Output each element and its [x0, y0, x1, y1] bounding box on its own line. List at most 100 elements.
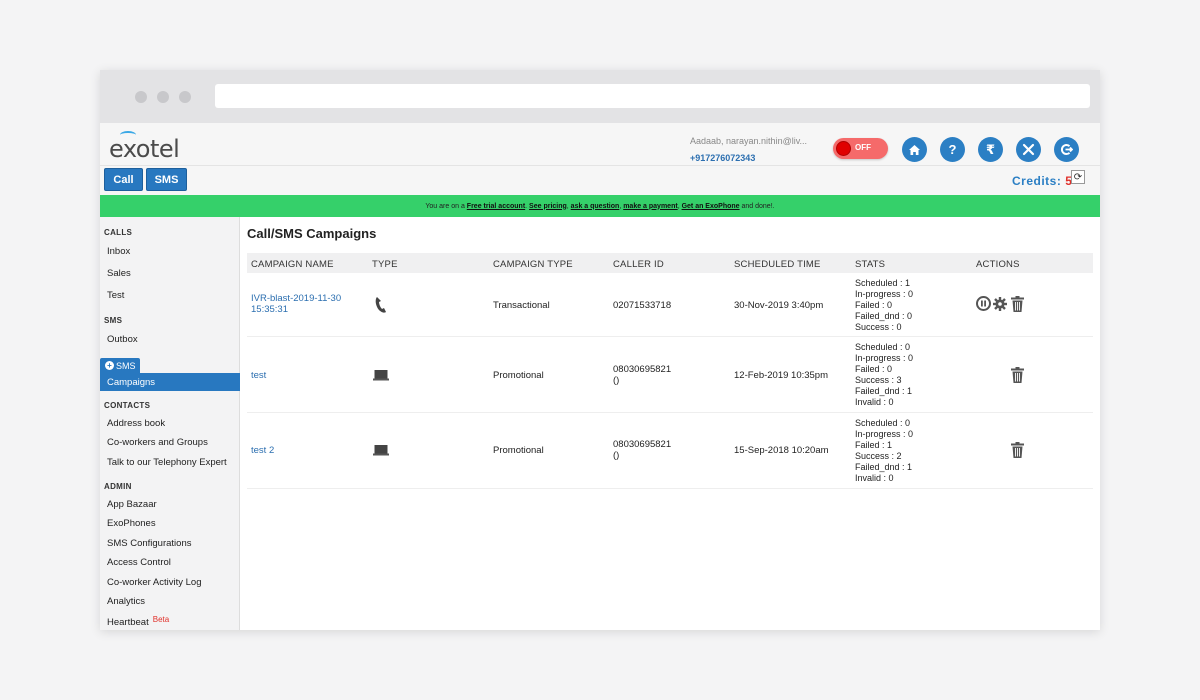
availability-toggle[interactable]: OFF: [833, 138, 888, 159]
laptop-icon: [373, 445, 389, 456]
campaign-type: Transactional: [493, 300, 550, 311]
scheduled-time: 15-Sep-2018 10:20am: [734, 445, 829, 456]
sidebar-header-sms: SMS: [104, 316, 123, 325]
sms-button[interactable]: SMS: [146, 168, 187, 191]
see-pricing-link[interactable]: See pricing: [529, 203, 567, 210]
plus-icon: +: [105, 361, 114, 370]
sidebar-header-admin: ADMIN: [104, 482, 132, 491]
heartbeat-label: Heartbeat: [107, 617, 149, 628]
call-button[interactable]: Call: [104, 168, 143, 191]
window-maximize-dot[interactable]: [179, 91, 191, 103]
table-row: test 2 Promotional 08030695821 () 15-Sep…: [247, 413, 1093, 489]
action-bar: Call SMS Credits: 5 ⟳: [100, 166, 1100, 195]
user-phone[interactable]: +917276072343: [690, 153, 755, 163]
sidebar-item-heartbeat[interactable]: Heartbeat Beta: [107, 615, 169, 628]
stat-line: Scheduled : 0: [855, 418, 911, 428]
col-actions[interactable]: ACTIONS: [976, 259, 1020, 270]
stat-line: Success : 0: [855, 322, 902, 332]
stat-line: Invalid : 0: [855, 397, 894, 407]
sms-tag-label: SMS: [116, 360, 136, 371]
stat-line: Failed : 0: [855, 364, 893, 374]
stat-line: Scheduled : 1: [855, 278, 911, 288]
campaign-name-link[interactable]: test 2: [251, 445, 274, 456]
sms-add-tag[interactable]: + SMS: [100, 358, 140, 373]
table-header: CAMPAIGN NAME TYPE CAMPAIGN TYPE CALLER …: [247, 253, 1093, 273]
main-content: Call/SMS Campaigns CAMPAIGN NAME TYPE CA…: [241, 217, 1100, 630]
col-stats[interactable]: STATS: [855, 259, 885, 270]
scheduled-time: 30-Nov-2019 3:40pm: [734, 300, 824, 311]
caller-id: 02071533718: [613, 300, 672, 311]
window-close-dot[interactable]: [135, 91, 147, 103]
col-campaign-name[interactable]: CAMPAIGN NAME: [251, 259, 334, 270]
help-button[interactable]: ?: [940, 137, 965, 162]
campaign-name-link[interactable]: test: [251, 370, 266, 381]
gear-icon[interactable]: [992, 296, 1008, 312]
stat-line: Failed_dnd : 1: [855, 462, 913, 472]
col-caller-id[interactable]: CALLER ID: [613, 259, 664, 270]
sidebar-item-inbox[interactable]: Inbox: [107, 246, 130, 257]
ask-question-link[interactable]: ask a question: [571, 203, 620, 210]
trash-icon[interactable]: [1011, 367, 1024, 383]
tools-icon: [1022, 143, 1035, 156]
col-campaign-type[interactable]: CAMPAIGN TYPE: [493, 259, 573, 270]
sidebar-item-sales[interactable]: Sales: [107, 268, 131, 279]
campaign-type: Promotional: [493, 445, 544, 456]
home-icon: [909, 144, 920, 155]
stat-line: Success : 3: [855, 375, 902, 385]
laptop-icon: [373, 370, 389, 381]
sidebar-item-campaigns[interactable]: Campaigns: [100, 373, 240, 391]
credits-label: Credits:: [1012, 174, 1062, 188]
caller-id-line2: (): [613, 375, 620, 386]
caller-id-line2: (): [613, 450, 620, 461]
sidebar-item-analytics[interactable]: Analytics: [107, 596, 145, 607]
home-button[interactable]: [902, 137, 927, 162]
caller-id-line1: 08030695821: [613, 439, 672, 450]
col-type[interactable]: TYPE: [372, 259, 398, 270]
get-exophone-link[interactable]: Get an ExoPhone: [682, 203, 740, 210]
credits-display: Credits: 5: [1012, 174, 1072, 188]
toggle-label: OFF: [855, 143, 871, 152]
stat-line: Failed : 0: [855, 300, 893, 310]
question-icon: ?: [948, 142, 957, 157]
sidebar-item-telephony-expert[interactable]: Talk to our Telephony Expert: [107, 457, 227, 468]
campaign-name-link[interactable]: IVR-blast-2019-11-30 15:35:31: [251, 293, 341, 315]
sidebar-item-outbox[interactable]: Outbox: [107, 334, 138, 345]
sidebar-header-calls: CALLS: [104, 228, 133, 237]
sidebar: CALLS Inbox Sales Test SMS Outbox + SMS C…: [100, 217, 240, 630]
sidebar-item-test[interactable]: Test: [107, 290, 124, 301]
sidebar-item-exophones[interactable]: ExoPhones: [107, 518, 156, 529]
campaign-type: Promotional: [493, 370, 544, 381]
sidebar-item-address-book[interactable]: Address book: [107, 418, 165, 429]
sidebar-item-sms-configurations[interactable]: SMS Configurations: [107, 538, 191, 549]
toggle-knob: [836, 141, 851, 156]
sidebar-header-contacts: CONTACTS: [104, 401, 151, 410]
exotel-logo[interactable]: exotel: [109, 135, 180, 163]
billing-button[interactable]: ₹: [978, 137, 1003, 162]
free-trial-link[interactable]: Free trial account: [467, 203, 525, 210]
stat-line: Failed : 1: [855, 440, 893, 450]
stat-line: Failed_dnd : 1: [855, 386, 913, 396]
logout-button[interactable]: [1054, 137, 1079, 162]
make-payment-link[interactable]: make a payment: [623, 203, 677, 210]
sidebar-item-coworkers-groups[interactable]: Co-workers and Groups: [107, 437, 208, 448]
sidebar-item-activity-log[interactable]: Co-worker Activity Log: [107, 577, 202, 588]
window-minimize-dot[interactable]: [157, 91, 169, 103]
settings-button[interactable]: [1016, 137, 1041, 162]
table-row: test Promotional 08030695821 () 12-Feb-2…: [247, 337, 1093, 413]
refresh-credits-button[interactable]: ⟳: [1071, 170, 1085, 184]
trial-banner: You are on a Free trial account. See pri…: [100, 195, 1100, 217]
scheduled-time: 12-Feb-2019 10:35pm: [734, 370, 829, 381]
trash-icon[interactable]: [1011, 296, 1024, 312]
sidebar-item-access-control[interactable]: Access Control: [107, 557, 171, 568]
sidebar-item-app-bazaar[interactable]: App Bazaar: [107, 499, 157, 510]
banner-prefix: You are on a: [425, 202, 465, 210]
app-header: exotel Aadaab, narayan.nithin@liv... +91…: [100, 123, 1100, 166]
address-bar[interactable]: [215, 84, 1090, 108]
col-scheduled-time[interactable]: SCHEDULED TIME: [734, 259, 821, 270]
campaign-name-line2: 15:35:31: [251, 304, 288, 315]
campaign-stats: Scheduled : 0 In-progress : 0 Failed : 1…: [855, 418, 913, 484]
trash-icon[interactable]: [1011, 442, 1024, 458]
pause-icon[interactable]: [976, 296, 991, 311]
campaign-name-line1: IVR-blast-2019-11-30: [251, 293, 342, 304]
caller-id: 08030695821 (): [613, 364, 671, 386]
